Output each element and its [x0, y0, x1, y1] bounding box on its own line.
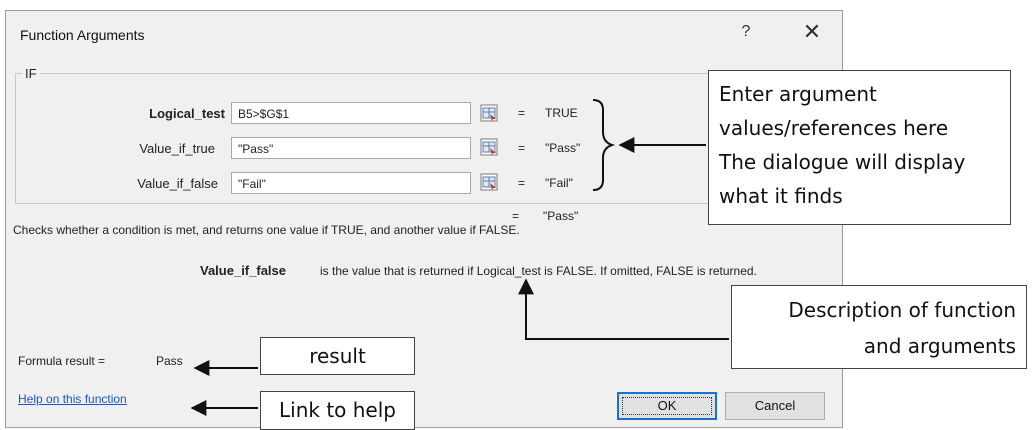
callout-line: Enter argument [719, 82, 877, 106]
logical-test-input[interactable]: B5>$G$1 [231, 102, 471, 124]
overall-result: "Pass" [543, 209, 579, 223]
description-callout: Description of function and arguments [731, 285, 1027, 369]
arguments-callout: Enter argument values/references here Th… [708, 70, 1011, 225]
dialog-title: Function Arguments [20, 27, 145, 43]
link-callout: Link to help [260, 391, 415, 430]
argument-description-name: Value_if_false [200, 263, 286, 278]
logical-test-label: Logical_test [149, 106, 225, 121]
equals-sign: = [518, 106, 526, 120]
cancel-button[interactable]: Cancel [725, 392, 825, 420]
result-callout: result [260, 337, 415, 375]
callout-line: values/references here [719, 116, 949, 140]
equals-sign: = [518, 176, 526, 190]
value-if-true-label: Value_if_true [139, 141, 215, 156]
logical-test-result: TRUE [545, 106, 578, 120]
close-button[interactable]: ✕ [798, 19, 826, 45]
function-name: IF [22, 66, 40, 81]
callout-line: Description of function [788, 298, 1016, 322]
value-if-false-result: "Fail" [545, 176, 573, 190]
help-on-function-link[interactable]: Help on this function [18, 392, 127, 406]
equals-sign: = [512, 209, 520, 223]
value-if-true-input[interactable]: "Pass" [231, 137, 471, 159]
callout-line: The dialogue will display [719, 150, 966, 174]
formula-result-value: Pass [156, 354, 183, 368]
function-description: Checks whether a condition is met, and r… [13, 223, 520, 237]
equals-sign: = [518, 141, 526, 155]
help-button[interactable]: ? [736, 23, 756, 41]
title-bar: Function Arguments ? ✕ [6, 11, 842, 57]
collapse-dialog-icon[interactable] [480, 138, 498, 156]
collapse-dialog-icon[interactable] [480, 104, 498, 122]
formula-result-label: Formula result = [18, 354, 106, 368]
value-if-false-input[interactable]: "Fail" [231, 172, 471, 194]
callout-line: what it finds [719, 184, 843, 208]
collapse-dialog-icon[interactable] [480, 173, 498, 191]
ok-button[interactable]: OK [617, 392, 717, 420]
argument-description-text: is the value that is returned if Logical… [320, 264, 757, 278]
focus-rectangle [622, 397, 712, 415]
callout-line: and arguments [863, 334, 1016, 358]
value-if-true-result: "Pass" [545, 141, 581, 155]
value-if-false-label: Value_if_false [137, 176, 218, 191]
